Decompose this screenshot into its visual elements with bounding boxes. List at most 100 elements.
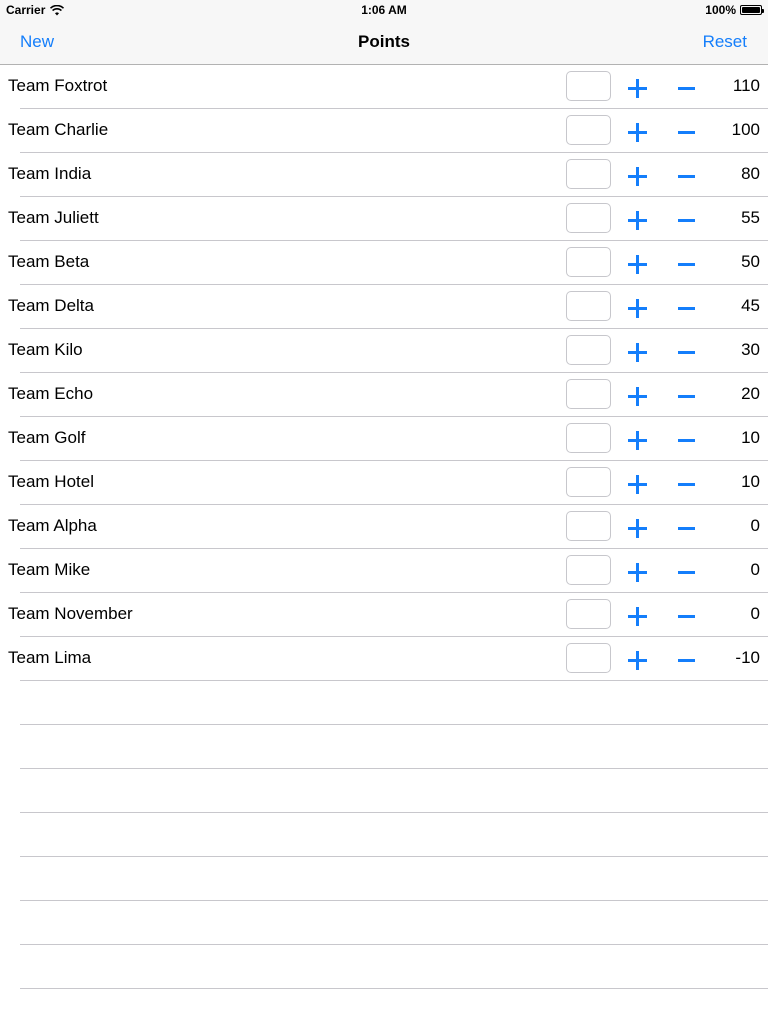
minus-icon[interactable]	[678, 563, 697, 582]
team-score: 20	[741, 384, 760, 403]
minus-icon[interactable]	[678, 167, 697, 186]
plus-icon[interactable]	[628, 255, 647, 274]
minus-icon[interactable]	[678, 255, 697, 274]
points-input[interactable]	[566, 511, 611, 541]
battery-icon	[740, 5, 764, 15]
empty-row	[0, 769, 768, 813]
team-score: 80	[741, 164, 760, 183]
plus-icon[interactable]	[628, 475, 647, 494]
plus-icon[interactable]	[628, 431, 647, 450]
plus-icon[interactable]	[628, 387, 647, 406]
team-name: Team Echo	[8, 384, 94, 403]
reset-button[interactable]: Reset	[703, 32, 747, 52]
battery-percent: 100%	[705, 3, 736, 17]
minus-icon[interactable]	[678, 123, 697, 142]
teams-table: Team Foxtrot 110 Team Charlie 100 Team India…	[0, 65, 768, 989]
minus-icon[interactable]	[678, 607, 697, 626]
points-input[interactable]	[566, 291, 611, 321]
empty-row	[0, 681, 768, 725]
team-row[interactable]: Team Charlie 100	[0, 109, 768, 153]
points-input[interactable]	[566, 599, 611, 629]
points-input[interactable]	[566, 203, 611, 233]
points-input[interactable]	[566, 335, 611, 365]
plus-icon[interactable]	[628, 651, 647, 670]
team-score: 30	[741, 340, 760, 359]
minus-icon[interactable]	[678, 211, 697, 230]
team-row[interactable]: Team Hotel 10	[0, 461, 768, 505]
team-row[interactable]: Team Beta 50	[0, 241, 768, 285]
team-row[interactable]: Team Delta 45	[0, 285, 768, 329]
status-time: 1:06 AM	[361, 3, 407, 17]
team-row[interactable]: Team Lima -10	[0, 637, 768, 681]
points-input[interactable]	[566, 115, 611, 145]
team-name: Team India	[8, 164, 92, 183]
plus-icon[interactable]	[628, 167, 647, 186]
team-name: Team Lima	[8, 648, 92, 667]
empty-row	[0, 945, 768, 989]
points-input[interactable]	[566, 643, 611, 673]
team-score: 45	[741, 296, 760, 315]
team-name: Team November	[8, 604, 133, 623]
team-row[interactable]: Team Mike 0	[0, 549, 768, 593]
status-right: 100%	[705, 3, 764, 17]
team-row[interactable]: Team Golf 10	[0, 417, 768, 461]
empty-row	[0, 901, 768, 945]
team-score: 100	[731, 120, 760, 139]
plus-icon[interactable]	[628, 211, 647, 230]
page-title: Points	[358, 32, 410, 51]
empty-row	[0, 813, 768, 857]
team-name: Team Kilo	[8, 340, 83, 359]
team-score: 50	[741, 252, 760, 271]
navigation-bar: New Points Reset	[0, 20, 768, 65]
points-input[interactable]	[566, 379, 611, 409]
plus-icon[interactable]	[628, 519, 647, 538]
plus-icon[interactable]	[628, 563, 647, 582]
team-name: Team Beta	[8, 252, 90, 271]
minus-icon[interactable]	[678, 651, 697, 670]
minus-icon[interactable]	[678, 475, 697, 494]
plus-icon[interactable]	[628, 123, 647, 142]
team-name: Team Hotel	[8, 472, 94, 491]
team-name: Team Golf	[8, 428, 86, 447]
team-score: -10	[735, 648, 760, 667]
team-name: Team Juliett	[8, 208, 99, 227]
minus-icon[interactable]	[678, 519, 697, 538]
minus-icon[interactable]	[678, 79, 697, 98]
plus-icon[interactable]	[628, 607, 647, 626]
team-name: Team Delta	[8, 296, 94, 315]
team-name: Team Charlie	[8, 120, 109, 139]
team-row[interactable]: Team Foxtrot 110	[0, 65, 768, 109]
points-input[interactable]	[566, 247, 611, 277]
plus-icon[interactable]	[628, 79, 647, 98]
points-input[interactable]	[566, 467, 611, 497]
team-row[interactable]: Team Echo 20	[0, 373, 768, 417]
status-bar: Carrier 1:06 AM 100%	[0, 0, 768, 20]
team-score: 110	[732, 76, 760, 95]
minus-icon[interactable]	[678, 343, 697, 362]
team-score: 55	[741, 208, 760, 227]
team-row[interactable]: Team Alpha 0	[0, 505, 768, 549]
plus-icon[interactable]	[628, 343, 647, 362]
minus-icon[interactable]	[678, 431, 697, 450]
team-name: Team Mike	[8, 560, 91, 579]
team-row[interactable]: Team Kilo 30	[0, 329, 768, 373]
plus-icon[interactable]	[628, 299, 647, 318]
empty-row	[0, 857, 768, 901]
points-input[interactable]	[566, 71, 611, 101]
team-score: 10	[741, 428, 760, 447]
team-row[interactable]: Team India 80	[0, 153, 768, 197]
team-name: Team Foxtrot	[8, 76, 108, 95]
team-row[interactable]: Team November 0	[0, 593, 768, 637]
team-name: Team Alpha	[8, 516, 97, 535]
points-input[interactable]	[566, 159, 611, 189]
team-score: 0	[750, 516, 760, 535]
minus-icon[interactable]	[678, 299, 697, 318]
points-input[interactable]	[566, 423, 611, 453]
team-row[interactable]: Team Juliett 55	[0, 197, 768, 241]
empty-row	[0, 725, 768, 769]
team-score: 10	[741, 472, 760, 491]
minus-icon[interactable]	[678, 387, 697, 406]
team-score: 0	[750, 604, 760, 623]
points-input[interactable]	[566, 555, 611, 585]
team-score: 0	[750, 560, 760, 579]
